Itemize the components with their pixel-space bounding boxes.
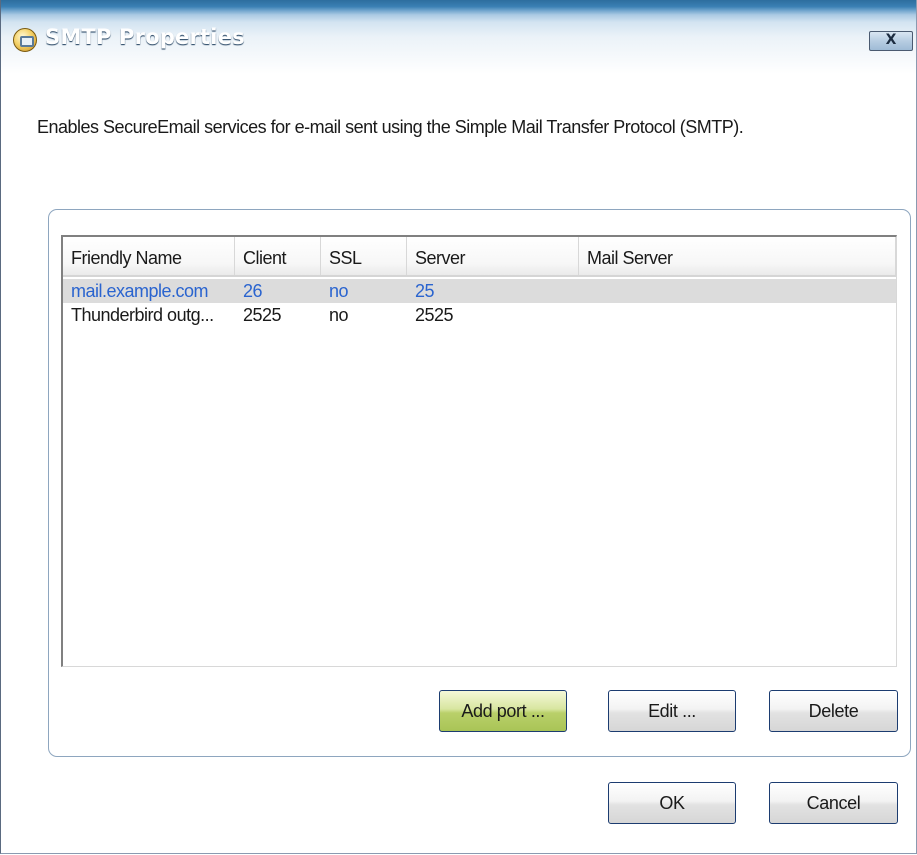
cell-client: 26 [243,281,263,301]
cell-friendly-name: mail.example.com [71,281,209,301]
list-header: Friendly Name Client SSL Server Mail Ser… [63,237,896,277]
cancel-button[interactable]: Cancel [769,782,898,824]
edit-button[interactable]: Edit ... [608,690,736,732]
cell-server: 2525 [415,305,454,325]
smtp-properties-dialog: SMTP Properties X Enables SecureEmail se… [0,0,917,854]
cell-server: 25 [415,281,435,301]
app-icon [13,28,37,52]
window-title: SMTP Properties [45,25,245,49]
cell-friendly-name: Thunderbird outg... [71,305,214,325]
cell-ssl: no [329,281,349,301]
column-header-ssl[interactable]: SSL [321,237,407,275]
column-header-server[interactable]: Server [407,237,579,275]
column-header-mail-server[interactable]: Mail Server [579,237,896,275]
title-bar[interactable]: SMTP Properties X [1,0,916,74]
ok-button[interactable]: OK [608,782,736,824]
table-row[interactable]: mail.example.com 26 no 25 [63,279,896,303]
cell-ssl: no [329,305,349,325]
table-row[interactable]: Thunderbird outg... 2525 no 2525 [63,303,896,327]
add-port-button[interactable]: Add port ... [439,690,567,732]
delete-button[interactable]: Delete [769,690,898,732]
column-header-friendly-name[interactable]: Friendly Name [63,237,235,275]
ports-list[interactable]: Friendly Name Client SSL Server Mail Ser… [61,235,897,667]
description-text: Enables SecureEmail services for e-mail … [37,117,744,137]
cell-client: 2525 [243,305,282,325]
close-button[interactable]: X [869,31,913,51]
column-header-client[interactable]: Client [235,237,321,275]
